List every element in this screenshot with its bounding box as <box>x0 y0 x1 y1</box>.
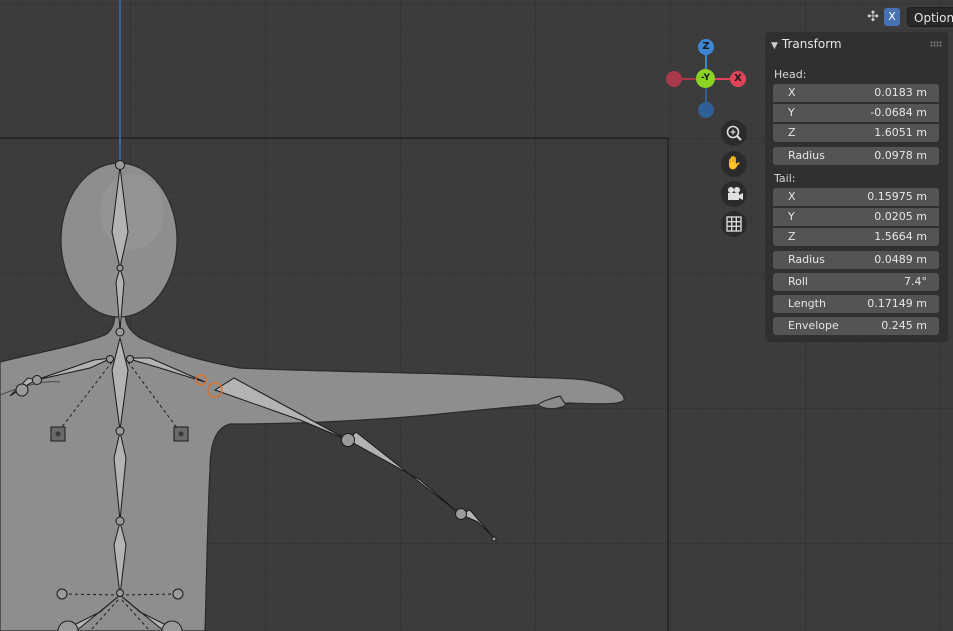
chevron-down-icon: ▼ <box>771 41 778 51</box>
grid-ortho-icon[interactable] <box>721 211 747 237</box>
field-label: Y <box>788 210 795 223</box>
gizmo-axis-neg-x[interactable] <box>666 71 682 87</box>
zoom-icon[interactable] <box>721 120 747 146</box>
field-value: 0.0205 m <box>874 210 927 223</box>
field-label: Z <box>788 230 796 243</box>
field-label: Length <box>788 297 826 310</box>
field-value: 0.15975 m <box>867 190 927 203</box>
transform-title: Transform <box>781 37 842 51</box>
length-field[interactable]: Length 0.17149 m <box>773 295 939 313</box>
field-value: 1.6051 m <box>874 126 927 139</box>
gizmo-axis-neg-y[interactable]: -Y <box>696 69 715 88</box>
field-label: Roll <box>788 275 808 288</box>
head-z-field[interactable]: Z 1.6051 m <box>773 124 939 142</box>
tail-radius-field[interactable]: Radius 0.0489 m <box>773 251 939 269</box>
head-highlight <box>100 174 164 250</box>
tail-y-field[interactable]: Y 0.0205 m <box>773 208 939 226</box>
field-value: -0.0684 m <box>870 106 927 119</box>
pan-hand-icon[interactable]: ✋ <box>721 151 747 177</box>
head-y-field[interactable]: Y -0.0684 m <box>773 104 939 122</box>
bone-forearm-right <box>347 431 461 515</box>
gizmo-axis-z[interactable]: Z <box>698 39 714 55</box>
field-value: 0.245 m <box>881 319 927 332</box>
roll-field[interactable]: Roll 7.4° <box>773 273 939 291</box>
selectability-filter-icon[interactable]: ✣ <box>864 8 882 26</box>
field-value: 1.5664 m <box>874 230 927 243</box>
field-value: 0.0489 m <box>874 253 927 266</box>
camera-icon[interactable] <box>721 181 747 207</box>
transform-panel-header[interactable]: ▼ Transform <box>771 37 842 51</box>
field-value: 0.0183 m <box>874 86 927 99</box>
field-label: Radius <box>788 253 825 266</box>
field-label: Radius <box>788 149 825 162</box>
field-label: Y <box>788 106 795 119</box>
field-label: X <box>788 190 796 203</box>
gizmo-axis-neg-z[interactable] <box>698 102 714 118</box>
tail-z-field[interactable]: Z 1.5664 m <box>773 228 939 246</box>
x-mirror-toggle[interactable]: X <box>884 8 900 26</box>
character-mesh <box>0 162 625 631</box>
options-dropdown[interactable]: Options <box>907 7 953 27</box>
transform-panel: ▼ Transform Head: X 0.0183 m Y -0.0684 m … <box>765 32 948 342</box>
head-x-field[interactable]: X 0.0183 m <box>773 84 939 102</box>
envelope-field[interactable]: Envelope 0.245 m <box>773 317 939 335</box>
tail-x-field[interactable]: X 0.15975 m <box>773 188 939 206</box>
drag-grip-icon[interactable] <box>930 41 942 47</box>
tail-label: Tail: <box>774 172 796 185</box>
field-label: X <box>788 86 796 99</box>
field-value: 7.4° <box>904 275 927 288</box>
head-radius-field[interactable]: Radius 0.0978 m <box>773 147 939 165</box>
gizmo-axis-x[interactable]: X <box>730 71 746 87</box>
field-label: Envelope <box>788 319 839 332</box>
field-label: Z <box>788 126 796 139</box>
field-value: 0.17149 m <box>867 297 927 310</box>
field-value: 0.0978 m <box>874 149 927 162</box>
head-label: Head: <box>774 68 807 81</box>
